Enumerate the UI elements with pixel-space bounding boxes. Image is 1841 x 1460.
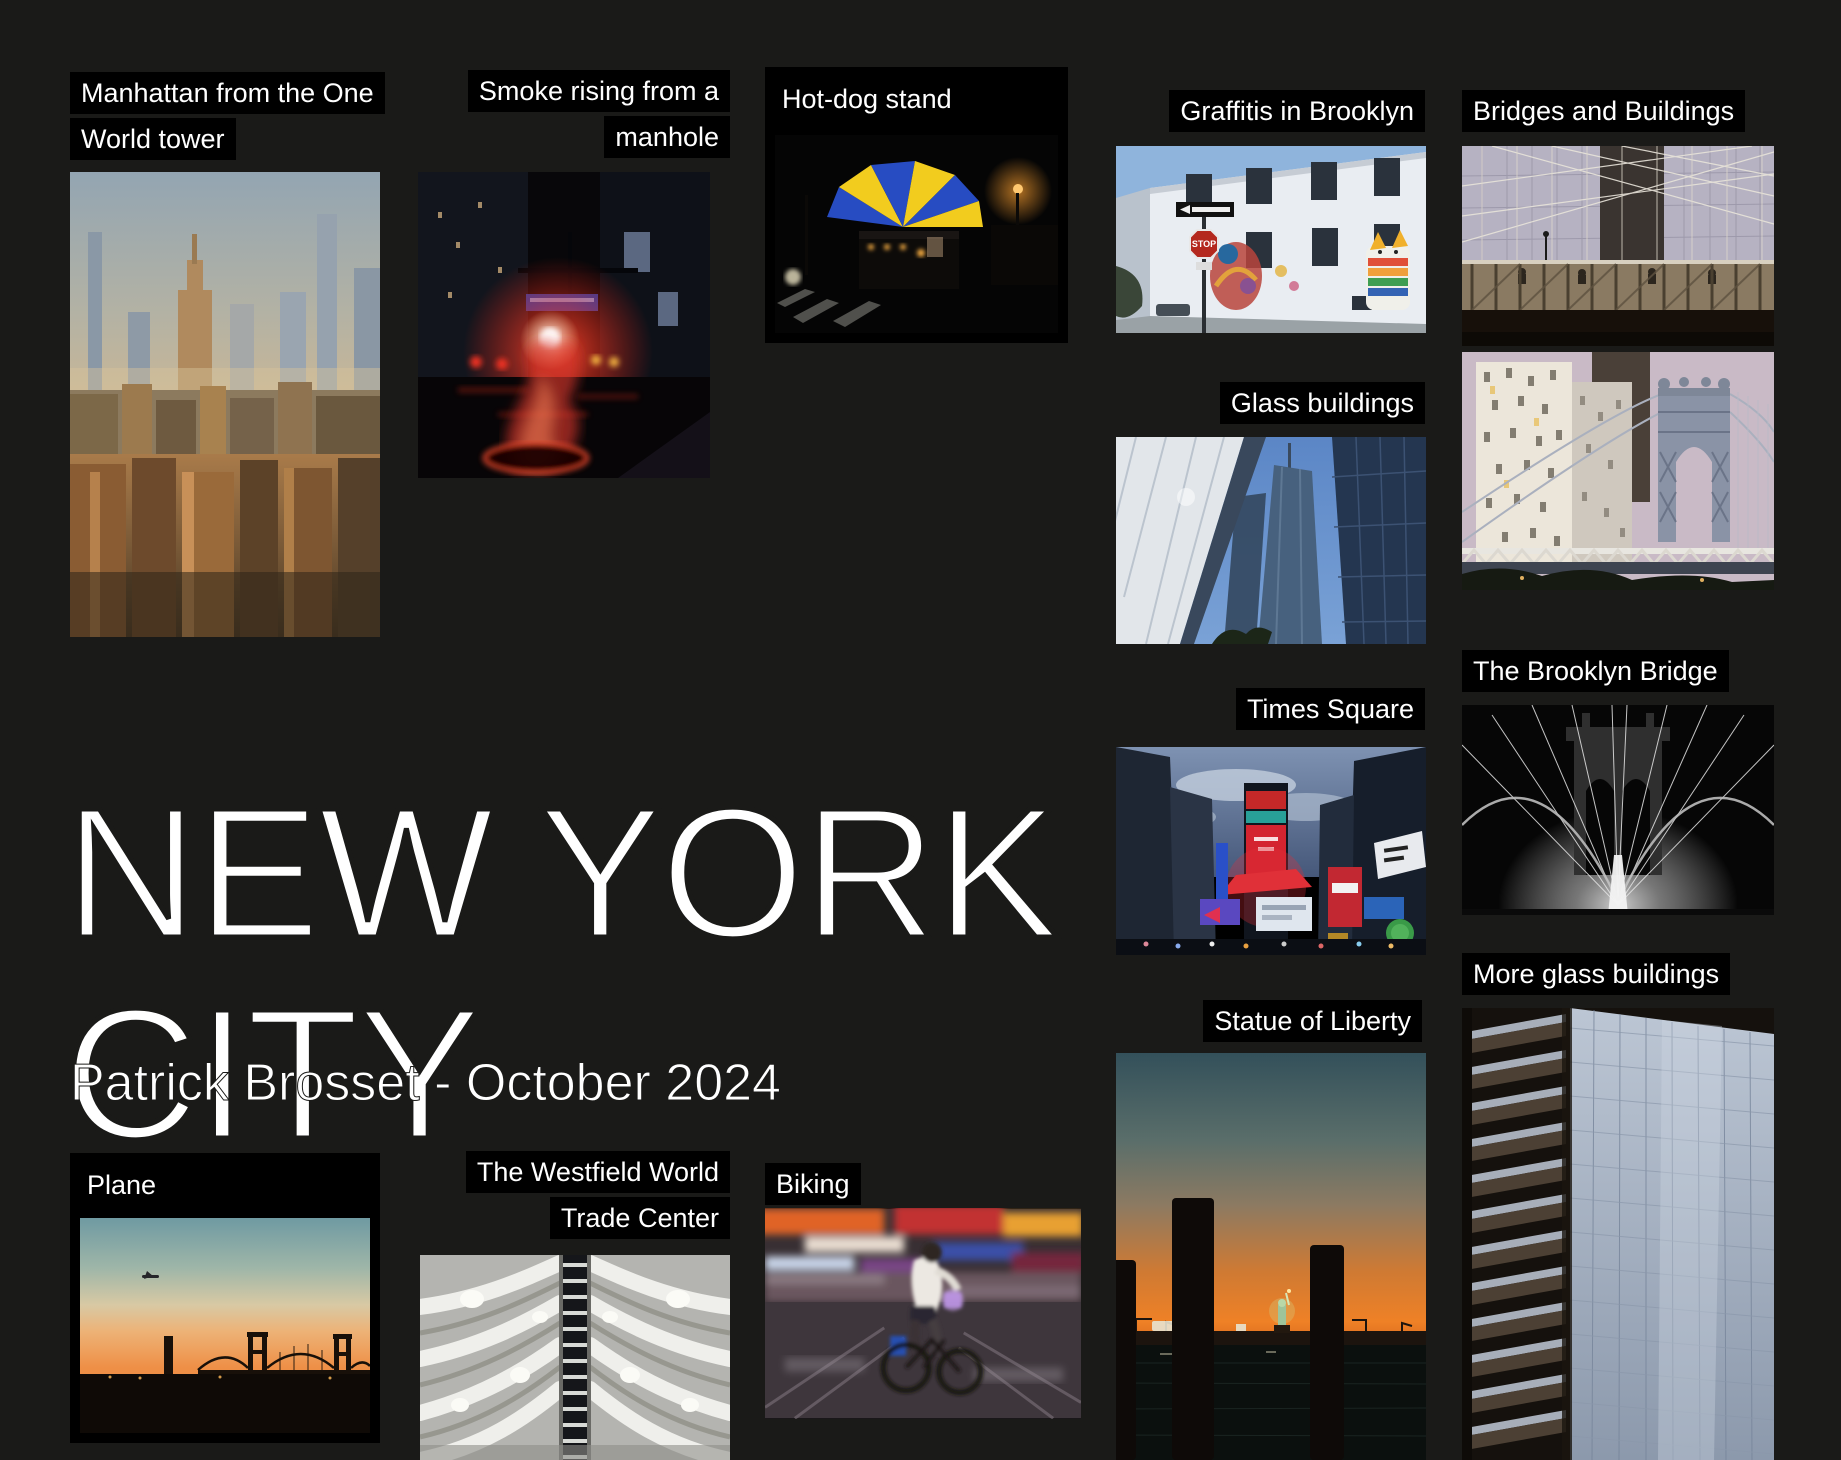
caption-more-glass-buildings: More glass buildings [1462,953,1730,995]
caption-statue-of-liberty: Statue of Liberty [1203,1000,1422,1042]
photo-manhattan-bridge-tower[interactable] [1462,352,1774,590]
caption-line: manhole [604,116,730,158]
caption-line: Trade Center [550,1197,730,1239]
smoke-manhole-art [418,172,710,478]
caption-line: Statue of Liberty [1203,1000,1422,1042]
manhattan-bridge-tower-art [1462,352,1774,590]
caption-graffitis: Graffitis in Brooklyn [1169,90,1425,132]
caption-line: Manhattan from the One [70,72,385,114]
tile-plane: Plane [70,1153,380,1443]
photo-brooklyn-bridge-night[interactable] [1462,705,1774,915]
photo-brooklyn-bridge-deck[interactable] [1462,146,1774,346]
caption-plane: Plane [87,1171,156,1199]
manhattan-skyline-art [70,172,380,637]
page-title: NEW YORKCITY [64,773,1057,1175]
photo-statue-of-liberty[interactable] [1116,1053,1426,1460]
times-square-art [1116,747,1426,955]
photo-times-square[interactable] [1116,747,1426,955]
statue-of-liberty-art [1116,1053,1426,1460]
photo-smoke-manhole[interactable] [418,172,710,478]
page-subtitle: Patrick Brosset - October 2024 [70,1053,781,1113]
caption-brooklyn-bridge: The Brooklyn Bridge [1462,650,1729,692]
photo-glass-buildings[interactable] [1116,437,1426,644]
westfield-oculus-art [420,1255,730,1460]
title-line-1: NEW YORK [64,770,1057,977]
tile-hot-dog-stand: Hot-dog stand [765,67,1068,343]
caption-westfield: The Westfield World Trade Center [466,1151,730,1239]
caption-line: World tower [70,118,236,160]
brooklyn-bridge-night-art [1462,705,1774,915]
photo-biking[interactable] [765,1208,1081,1419]
photo-more-glass-buildings[interactable] [1462,1008,1774,1460]
photo-manhattan-skyline[interactable] [70,172,380,637]
svg-text:STOP: STOP [1192,239,1216,249]
caption-times-square: Times Square [1236,688,1425,730]
more-glass-buildings-art [1462,1008,1774,1460]
caption-manhattan: Manhattan from the One World tower [70,72,385,160]
caption-line: More glass buildings [1462,953,1730,995]
caption-line: Glass buildings [1220,382,1425,424]
caption-line: Times Square [1236,688,1425,730]
photo-plane[interactable] [80,1218,370,1433]
hot-dog-stand-art [775,135,1058,333]
caption-hot-dog-stand: Hot-dog stand [782,85,952,113]
photo-westfield-oculus[interactable] [420,1255,730,1460]
caption-line: The Brooklyn Bridge [1462,650,1729,692]
caption-line: Graffitis in Brooklyn [1169,90,1425,132]
caption-line: Bridges and Buildings [1462,90,1745,132]
caption-bridges-and-buildings: Bridges and Buildings [1462,90,1745,132]
photo-hot-dog-stand[interactable] [775,135,1058,333]
caption-line: The Westfield World [466,1151,730,1193]
one-way-sign-icon [1176,202,1234,217]
graffitis-brooklyn-art: STOP [1116,146,1426,333]
glass-buildings-art [1116,437,1426,644]
caption-glass-buildings: Glass buildings [1220,382,1425,424]
photo-graffitis-brooklyn[interactable]: STOP [1116,146,1426,333]
bridge-tower [1658,377,1730,542]
caption-biking: Biking [765,1163,861,1205]
biking-art [765,1208,1081,1419]
caption-smoke: Smoke rising from a manhole [468,70,730,158]
gallery-page: Manhattan from the One World tower [0,0,1841,1460]
plane-art [80,1218,370,1433]
caption-line: Biking [765,1163,861,1205]
brooklyn-bridge-deck-art [1462,146,1774,346]
caption-line: Smoke rising from a [468,70,730,112]
